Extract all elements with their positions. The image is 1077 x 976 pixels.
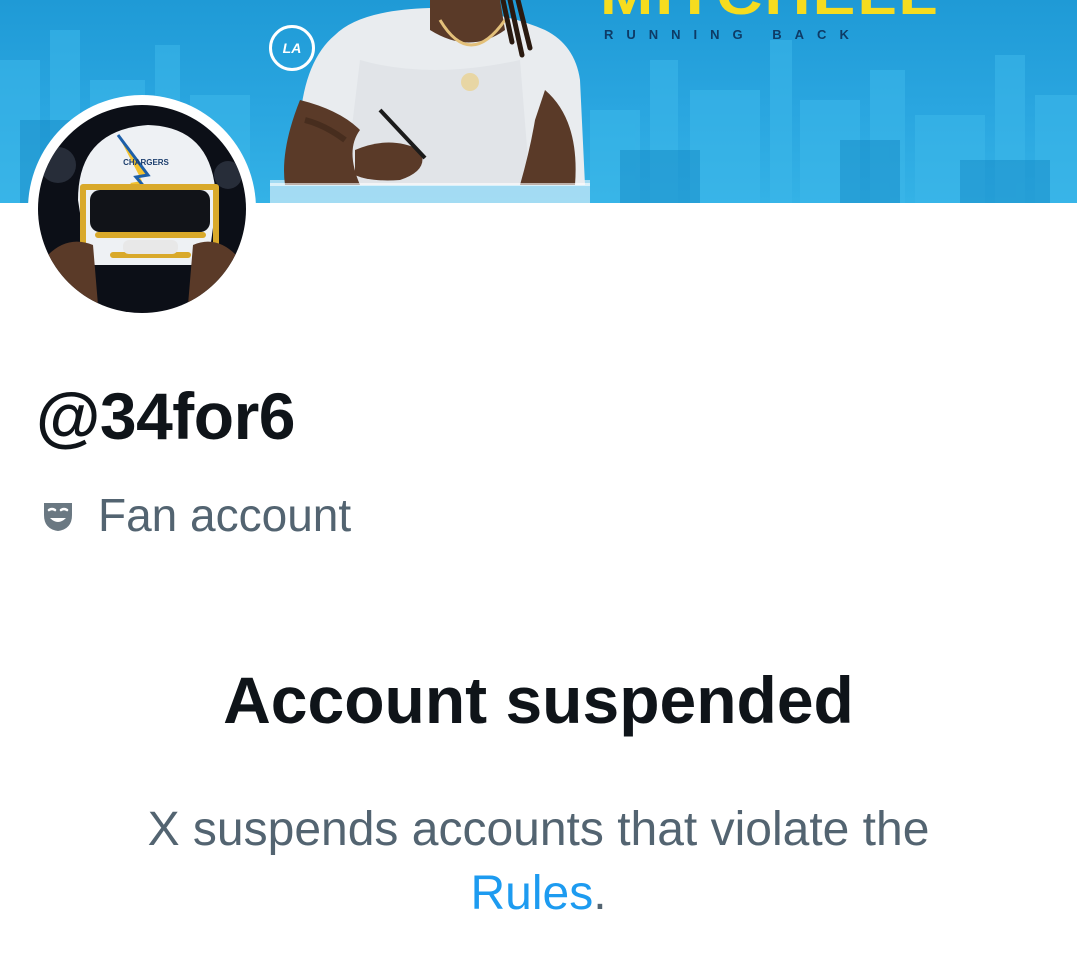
banner-subtitle: RUNNING BACK — [604, 27, 862, 42]
suspended-message-line-2: Rules. — [0, 862, 1077, 926]
rules-link[interactable]: Rules — [470, 867, 593, 920]
profile-handle: @34for6 — [36, 379, 295, 453]
account-label-text: Fan account — [98, 489, 352, 541]
suspended-message-line: X suspends accounts that violate the — [147, 803, 930, 856]
helmet-text: CHARGERS — [123, 158, 169, 167]
helmet-photo: CHARGERS — [38, 125, 246, 313]
team-badge: LA — [269, 25, 315, 71]
suspended-message: X suspends accounts that violate the Rul… — [0, 798, 1077, 926]
theater-masks-icon — [44, 503, 72, 531]
avatar[interactable]: CHARGERS — [28, 95, 256, 323]
banner-title: MITCHELL — [600, 0, 940, 22]
profile-page: LA MITCHELL RUNNING BACK CHARGERS — [0, 0, 1077, 976]
avatar-image: CHARGERS — [38, 105, 246, 313]
suspended-title: Account suspended — [223, 663, 854, 737]
message-period: . — [593, 867, 607, 920]
account-label: Fan account — [38, 488, 351, 542]
